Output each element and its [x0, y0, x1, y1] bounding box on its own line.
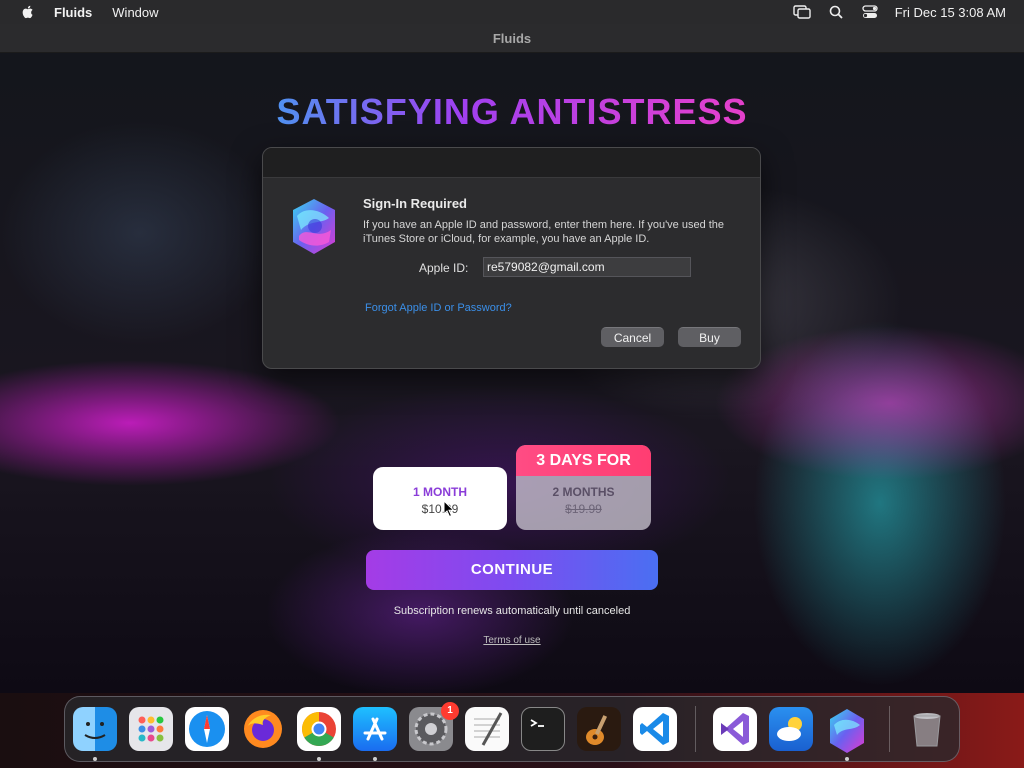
chrome-icon[interactable]	[297, 707, 341, 751]
sign-in-dialog: Sign-In Required If you have an Apple ID…	[262, 147, 761, 369]
control-center-icon[interactable]	[861, 4, 879, 20]
vscode-icon[interactable]	[633, 707, 677, 751]
clock[interactable]: Fri Dec 15 3:08 AM	[895, 5, 1006, 20]
weather-icon[interactable]	[769, 707, 813, 751]
safari-icon[interactable]	[185, 707, 229, 751]
cursor-icon	[443, 500, 455, 518]
continue-button[interactable]: CONTINUE	[366, 550, 658, 590]
launchpad-icon[interactable]	[129, 707, 173, 751]
garageband-icon[interactable]	[577, 707, 621, 751]
running-indicator	[845, 757, 849, 761]
plan-price: $19.99	[565, 502, 602, 516]
plan-2-months[interactable]: 3 DAYS FOR 2 MONTHS $19.99	[516, 445, 651, 530]
buy-button[interactable]: Buy	[678, 327, 741, 347]
running-indicator	[373, 757, 377, 761]
terms-of-use-link[interactable]: Terms of use	[483, 635, 540, 646]
visual-studio-icon[interactable]	[713, 707, 757, 751]
dialog-title: Sign-In Required	[363, 196, 467, 211]
forgot-password-link[interactable]: Forgot Apple ID or Password?	[365, 302, 512, 314]
finder-icon[interactable]	[73, 707, 117, 751]
apple-id-field[interactable]	[483, 257, 691, 277]
plan-name: 1 MONTH	[413, 485, 467, 499]
terminal-icon[interactable]	[521, 707, 565, 751]
window-menu[interactable]: Window	[112, 5, 158, 20]
headline: SATISFYING ANTISTRESS	[0, 91, 1024, 133]
menu-bar: Fluids Window Fri Dec 15 3:08 AM	[0, 0, 1024, 24]
dialog-message: If you have an Apple ID and password, en…	[363, 219, 725, 245]
plan-price: $10.99	[421, 502, 459, 516]
plan-1-month[interactable]: 1 MONTH $10.99	[373, 467, 507, 530]
status-area: Fri Dec 15 3:08 AM	[777, 4, 1006, 20]
trash-icon[interactable]	[905, 707, 949, 751]
cancel-button[interactable]: Cancel	[601, 327, 664, 347]
fluids-app-icon	[293, 199, 335, 254]
plan-name: 2 MONTHS	[552, 485, 615, 499]
dock-separator	[695, 706, 696, 752]
game-background: SATISFYING ANTISTRESS Sign-In Required I…	[0, 53, 1024, 693]
dialog-header	[263, 148, 760, 178]
search-icon[interactable]	[827, 4, 845, 20]
terms-footer: Terms of use	[0, 635, 1024, 646]
screen-mirroring-icon[interactable]	[793, 4, 811, 20]
firefox-icon[interactable]	[241, 707, 285, 751]
dock-separator	[889, 706, 890, 752]
running-indicator	[317, 757, 321, 761]
apple-id-label: Apple ID:	[419, 261, 469, 275]
notification-badge: 1	[441, 702, 459, 720]
apple-icon[interactable]	[20, 4, 36, 20]
running-indicator	[93, 757, 97, 761]
app-menu[interactable]: Fluids	[54, 5, 92, 20]
renew-notice: Subscription renews automatically until …	[393, 605, 631, 617]
fluids-dock-icon[interactable]	[825, 707, 869, 753]
textedit-icon[interactable]	[465, 707, 509, 751]
app-store-icon[interactable]	[353, 707, 397, 751]
plan-badge: 3 DAYS FOR	[516, 445, 651, 476]
window-title: Fluids	[0, 24, 1024, 53]
